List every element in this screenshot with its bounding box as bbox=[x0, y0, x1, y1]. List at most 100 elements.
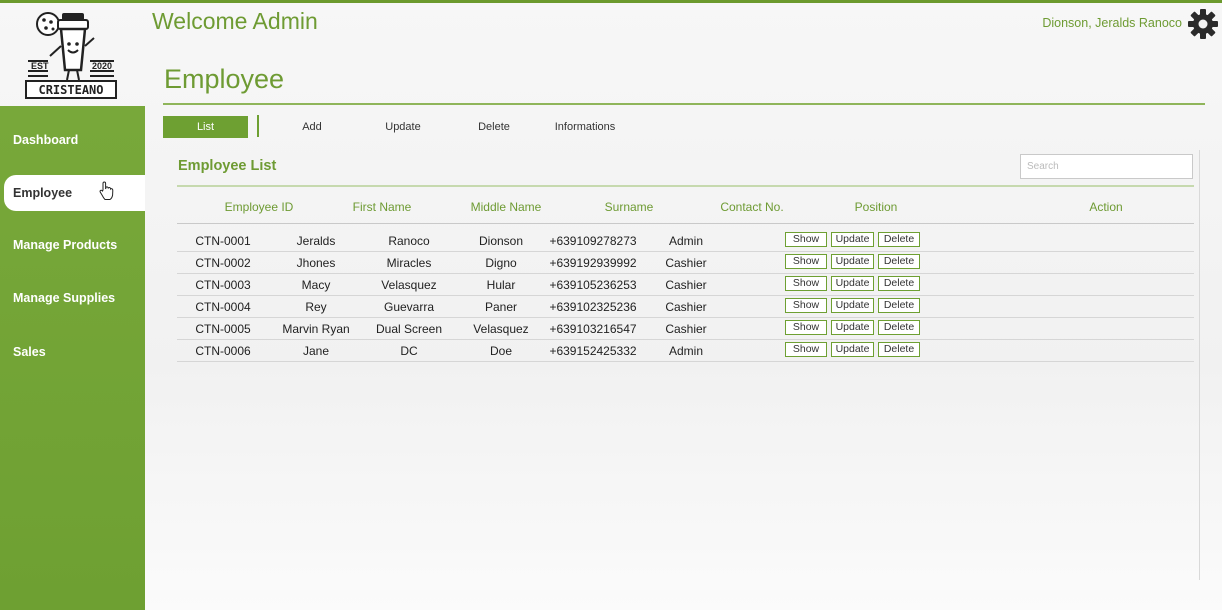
cell-middle-name: Dual Screen bbox=[375, 322, 443, 336]
update-button[interactable]: Update bbox=[831, 342, 874, 357]
sidebar-item-label: Manage Products bbox=[13, 238, 118, 252]
cell-middle-name: Ranoco bbox=[388, 234, 430, 248]
table-row: CTN-0002 Jhones Miracles Digno +639192939992… bbox=[177, 252, 1194, 274]
tab-informations[interactable]: Informations bbox=[545, 116, 625, 138]
table-row: CTN-0003 Macy Velasquez Hular +639105236253 C… bbox=[177, 274, 1194, 296]
gear-icon[interactable] bbox=[1187, 8, 1219, 40]
update-button[interactable]: Update bbox=[831, 276, 874, 291]
show-button[interactable]: Show bbox=[785, 254, 827, 269]
table-row: CTN-0005 Marvin Ryan Dual Screen Velasquez +… bbox=[177, 318, 1194, 340]
column-header-contact-no: Contact No. bbox=[720, 200, 784, 214]
cell-surname: Hular bbox=[486, 278, 516, 292]
table-row: CTN-0004 Rey Guevarra Paner +639102325236 Cas… bbox=[177, 296, 1194, 318]
row-divider bbox=[177, 361, 1194, 362]
table-row: CTN-0001 Jeralds Ranoco Dionson +63910927827… bbox=[177, 230, 1194, 252]
column-header-surname: Surname bbox=[604, 200, 654, 214]
logo-brand-text: CRISTEANO bbox=[38, 83, 103, 97]
cell-middle-name: DC bbox=[400, 344, 418, 358]
cell-middle-name: Miracles bbox=[386, 256, 432, 270]
sidebar-item-label: Sales bbox=[13, 345, 46, 359]
delete-button[interactable]: Delete bbox=[878, 254, 920, 269]
show-button[interactable]: Show bbox=[785, 342, 827, 357]
logo-est-text: EST bbox=[31, 61, 49, 71]
cell-position: Admin bbox=[668, 344, 704, 358]
sidebar-item-label: Dashboard bbox=[13, 133, 79, 147]
cell-contact-no: +639109278273 bbox=[549, 234, 637, 248]
table-row: CTN-0006 Jane DC Doe +639152425332 Admin Show U… bbox=[177, 340, 1194, 362]
cell-position: Cashier bbox=[665, 256, 707, 270]
sidebar-item-employee[interactable]: Employee bbox=[4, 175, 145, 211]
sidebar-item-manage-supplies[interactable]: Manage Supplies bbox=[0, 280, 145, 316]
show-button[interactable]: Show bbox=[785, 232, 827, 247]
cell-position: Cashier bbox=[665, 300, 707, 314]
delete-button[interactable]: Delete bbox=[878, 320, 920, 335]
column-header-position: Position bbox=[854, 200, 898, 214]
cell-first-name: Jane bbox=[302, 344, 330, 358]
delete-button[interactable]: Delete bbox=[878, 342, 920, 357]
cell-position: Admin bbox=[668, 234, 704, 248]
cell-surname: Doe bbox=[489, 344, 513, 358]
top-accent-line bbox=[0, 0, 1222, 3]
cell-employee-id: CTN-0001 bbox=[195, 234, 251, 248]
tab-delete[interactable]: Delete bbox=[464, 116, 524, 138]
cell-surname: Paner bbox=[484, 300, 518, 314]
delete-button[interactable]: Delete bbox=[878, 298, 920, 313]
cell-first-name: Marvin Ryan bbox=[282, 322, 350, 336]
hand-pointer-icon bbox=[98, 181, 116, 201]
column-header-employee-id: Employee ID bbox=[224, 200, 294, 214]
sidebar-item-label: Employee bbox=[13, 186, 73, 200]
cell-employee-id: CTN-0003 bbox=[195, 278, 251, 292]
cell-employee-id: CTN-0005 bbox=[195, 322, 251, 336]
sidebar-item-label: Manage Supplies bbox=[13, 291, 116, 305]
show-button[interactable]: Show bbox=[785, 276, 827, 291]
cell-middle-name: Guevarra bbox=[383, 300, 435, 314]
cell-surname: Digno bbox=[485, 256, 517, 270]
tab-separator bbox=[257, 115, 259, 137]
cell-contact-no: +639192939992 bbox=[549, 256, 637, 270]
tab-update[interactable]: Update bbox=[368, 116, 438, 138]
cell-position: Cashier bbox=[665, 278, 707, 292]
show-button[interactable]: Show bbox=[785, 298, 827, 313]
update-button[interactable]: Update bbox=[831, 254, 874, 269]
column-header-first-name: First Name bbox=[352, 200, 412, 214]
cell-first-name: Jeralds bbox=[296, 234, 336, 248]
cristeano-logo: EST 2020 CRISTEANO bbox=[22, 8, 120, 100]
cell-employee-id: CTN-0006 bbox=[195, 344, 251, 358]
title-divider bbox=[163, 103, 1205, 105]
sidebar-item-sales[interactable]: Sales bbox=[0, 334, 145, 370]
show-button[interactable]: Show bbox=[785, 320, 827, 335]
tab-add[interactable]: Add bbox=[282, 116, 342, 138]
cell-surname: Dionson bbox=[478, 234, 524, 248]
page-title: Employee bbox=[164, 64, 285, 94]
update-button[interactable]: Update bbox=[831, 298, 874, 313]
cell-contact-no: +639103216547 bbox=[549, 322, 637, 336]
sidebar-item-manage-products[interactable]: Manage Products bbox=[0, 227, 145, 263]
search-input[interactable] bbox=[1020, 154, 1193, 179]
cell-middle-name: Velasquez bbox=[381, 278, 437, 292]
welcome-heading: Welcome Admin bbox=[152, 8, 318, 34]
user-name-label[interactable]: Dionson, Jeralds Ranoco bbox=[1042, 16, 1182, 30]
cell-employee-id: CTN-0004 bbox=[195, 300, 251, 314]
cell-contact-no: +639105236253 bbox=[549, 278, 637, 292]
update-button[interactable]: Update bbox=[831, 232, 874, 247]
cell-position: Cashier bbox=[665, 322, 707, 336]
cell-contact-no: +639102325236 bbox=[549, 300, 637, 314]
cell-employee-id: CTN-0002 bbox=[195, 256, 251, 270]
delete-button[interactable]: Delete bbox=[878, 232, 920, 247]
column-header-action: Action bbox=[1089, 200, 1123, 214]
cell-contact-no: +639152425332 bbox=[549, 344, 637, 358]
header-divider bbox=[177, 185, 1194, 187]
column-header-middle-name: Middle Name bbox=[470, 200, 542, 214]
cell-first-name: Jhones bbox=[296, 256, 336, 270]
cell-surname: Velasquez bbox=[473, 322, 529, 336]
employee-list-title: Employee List bbox=[178, 158, 277, 174]
sidebar-item-dashboard[interactable]: Dashboard bbox=[0, 122, 145, 158]
sidebar: Dashboard Employee Manage Products Manag… bbox=[0, 106, 145, 610]
column-header-divider bbox=[177, 223, 1194, 224]
cell-first-name: Rey bbox=[305, 300, 327, 314]
panel-border bbox=[1199, 150, 1200, 580]
delete-button[interactable]: Delete bbox=[878, 276, 920, 291]
logo-year-text: 2020 bbox=[92, 61, 112, 71]
update-button[interactable]: Update bbox=[831, 320, 874, 335]
tab-list[interactable]: List bbox=[163, 116, 248, 138]
